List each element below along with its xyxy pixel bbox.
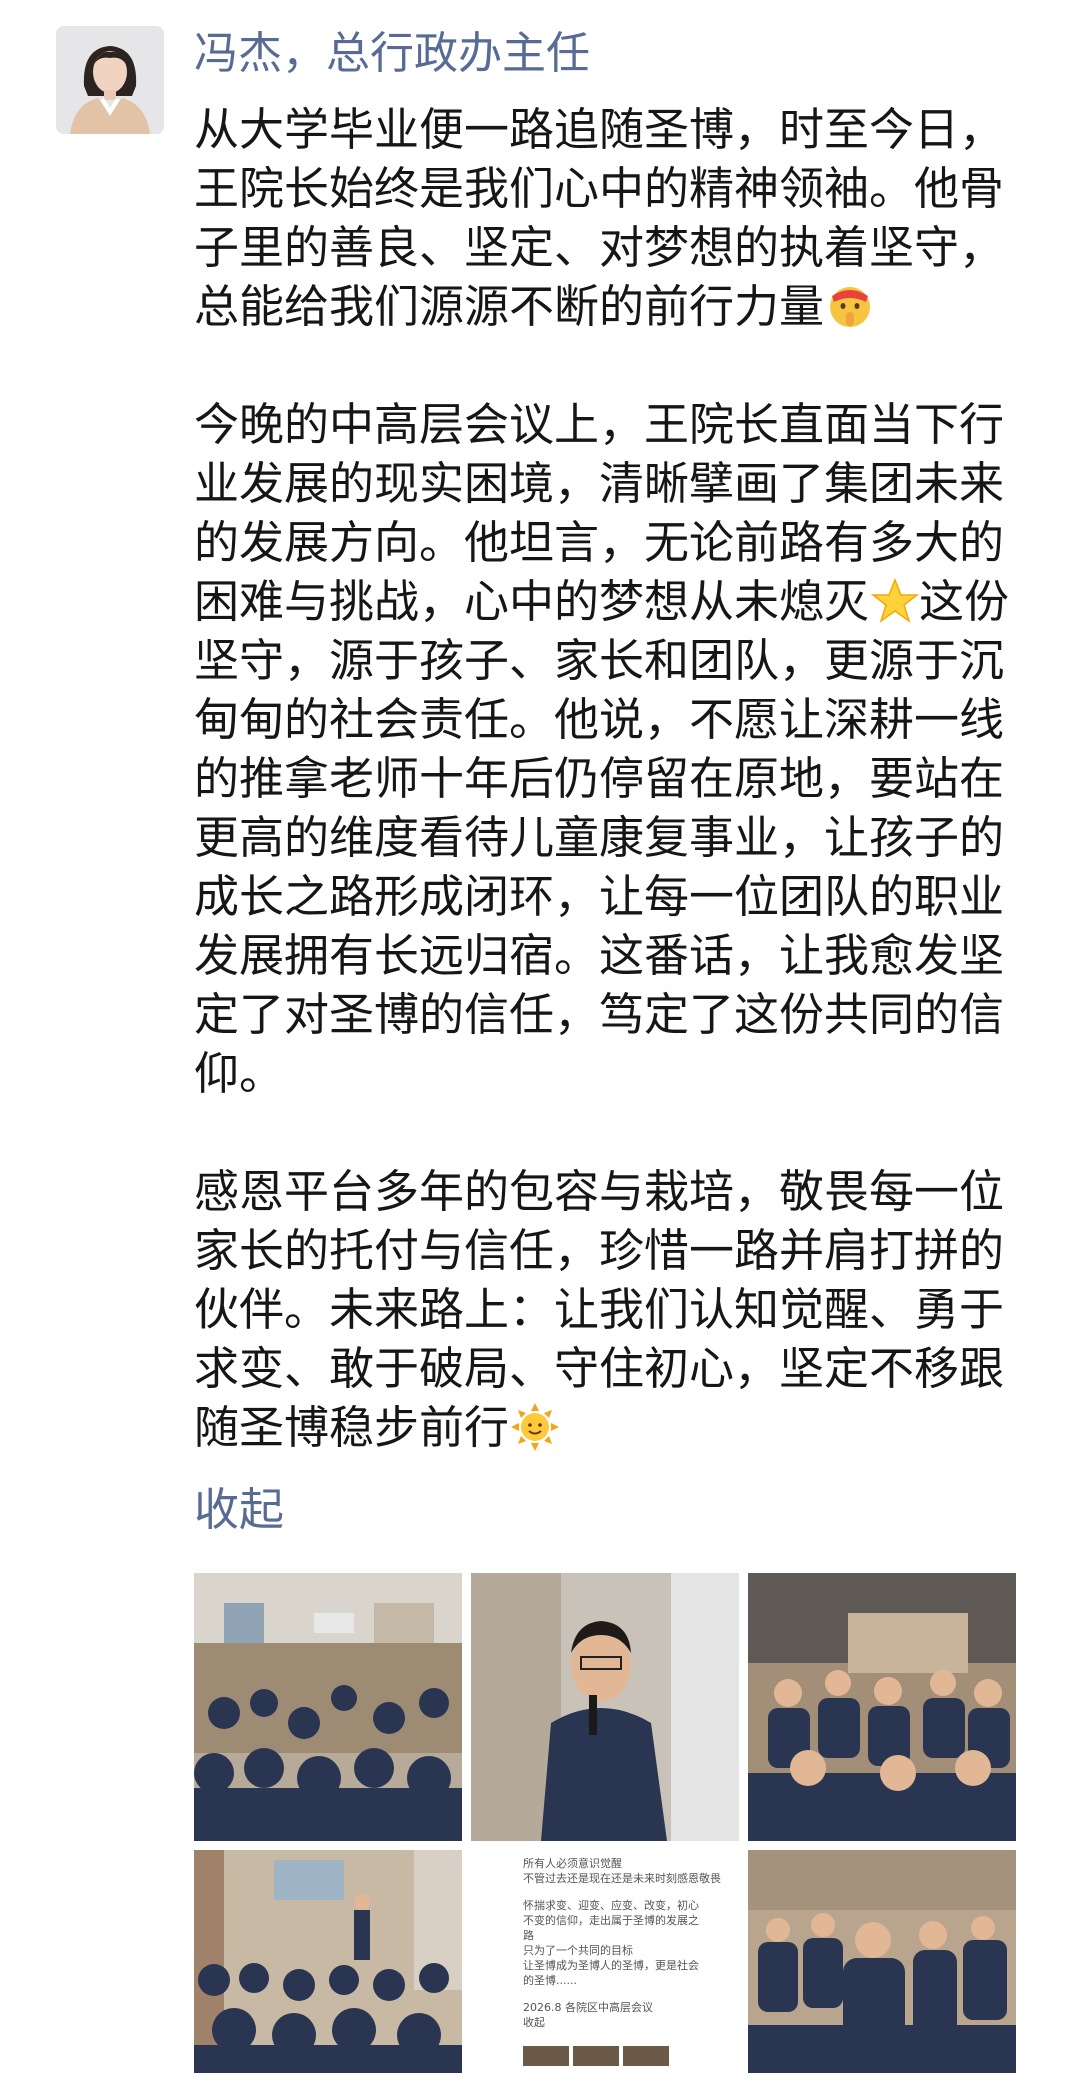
poster-line: 让圣博成为圣博人的圣博，更是社会 [523, 1959, 699, 1972]
poster-thumbnail [573, 2046, 619, 2066]
poster-line: 不变的信仰，走出属于圣博的发展之 [523, 1914, 699, 1927]
shushing-face-emoji [826, 282, 874, 330]
poster-line: 的圣博...... [523, 1974, 577, 1987]
paragraph-text: 这份坚守，源于孩子、家长和团队，更源于沉甸甸的社会责任。他说，不愿让深耕一线的推… [194, 575, 1010, 1100]
photo-poster-text[interactable]: 所有人必须意识觉醒 不管过去还是现在还是未来时刻感恩敬畏 怀揣求变、迎变、应变、… [471, 1850, 739, 2073]
paragraph-text: 感恩平台多年的包容与栽培，敬畏每一位家长的托付与信任，珍惜一路并肩打拼的伙伴。未… [194, 1165, 1005, 1454]
poster-text: 所有人必须意识觉醒 不管过去还是现在还是未来时刻感恩敬畏 怀揣求变、迎变、应变、… [523, 1856, 733, 2030]
author-name[interactable]: 冯杰，总行政办主任 [194, 22, 590, 86]
avatar-portrait [56, 26, 164, 134]
post-body: 从大学毕业便一路追随圣博，时至今日，王院长始终是我们心中的精神领袖。他骨子里的善… [194, 100, 1044, 1516]
photo-grid: 所有人必须意识觉醒 不管过去还是现在还是未来时刻感恩敬畏 怀揣求变、迎变、应变、… [194, 1573, 1016, 2073]
collapse-link[interactable]: 收起 [194, 1478, 284, 1542]
poster-line: 路 [523, 1929, 534, 1942]
author-avatar[interactable] [56, 26, 164, 134]
poster-thumbnails [523, 2046, 683, 2066]
post-paragraph: 今晚的中高层会议上，王院长直面当下行业发展的现实困境，清晰擘画了集团未来的发展方… [194, 395, 1044, 1103]
poster-thumbnail [623, 2046, 669, 2066]
poster-line: 怀揣求变、迎变、应变、改变，初心 [523, 1899, 699, 1912]
poster-thumbnail [523, 2046, 569, 2066]
poster-footer-sub: 收起 [523, 2016, 545, 2029]
photo-front-row[interactable] [748, 1850, 1016, 2073]
photo-meeting-hall[interactable] [194, 1573, 462, 1841]
paragraph-text: 从大学毕业便一路追随圣博，时至今日，王院长始终是我们心中的精神领袖。他骨子里的善… [194, 103, 1005, 333]
poster-footer: 2026.8 各院区中高层会议 [523, 2001, 653, 2014]
post-paragraph: 感恩平台多年的包容与栽培，敬畏每一位家长的托付与信任，珍惜一路并肩打拼的伙伴。未… [194, 1162, 1044, 1457]
photo-speaker[interactable] [471, 1573, 739, 1841]
poster-line: 所有人必须意识觉醒 [523, 1857, 622, 1870]
star-emoji [870, 577, 920, 625]
photo-group-seated[interactable] [748, 1573, 1016, 1841]
poster-line: 不管过去还是现在还是未来时刻感恩敬畏 [523, 1872, 721, 1885]
post-paragraph: 从大学毕业便一路追随圣博，时至今日，王院长始终是我们心中的精神领袖。他骨子里的善… [194, 100, 1044, 336]
photo-lecture-room[interactable] [194, 1850, 462, 2073]
poster-line: 只为了一个共同的目标 [523, 1944, 633, 1957]
sun-emoji [511, 1403, 560, 1451]
